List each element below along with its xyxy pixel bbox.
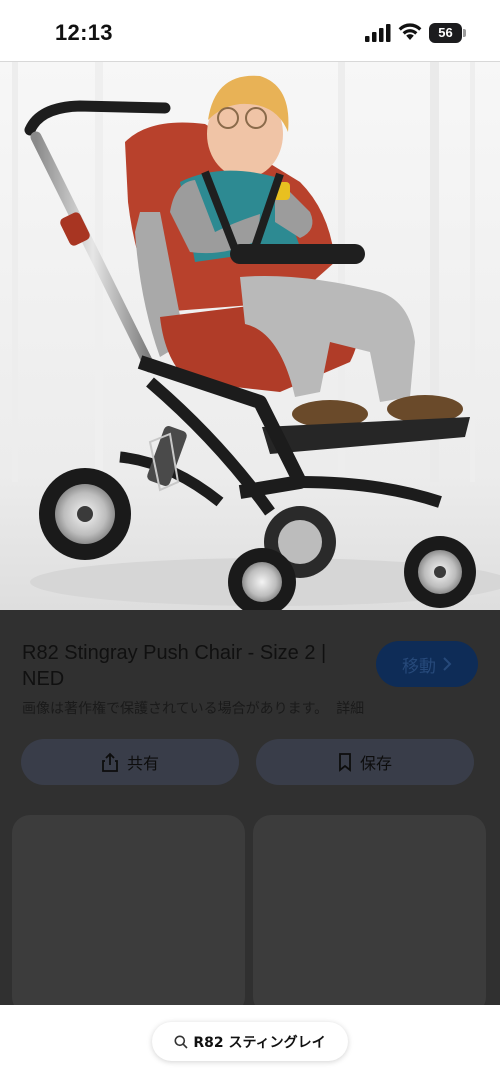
related-image-card[interactable] [253, 815, 486, 1015]
search-icon [174, 1035, 188, 1049]
copyright-notice: 画像は著作権で保護されている場合があります。 詳細 [22, 698, 364, 718]
chevron-right-icon [443, 657, 452, 671]
bottom-bar: R82 スティングレイ [0, 1005, 500, 1080]
save-button[interactable]: 保存 [256, 739, 474, 785]
share-icon [102, 752, 118, 772]
search-query-chip[interactable]: R82 スティングレイ [152, 1022, 348, 1061]
bookmark-icon [339, 752, 351, 772]
signal-icon [365, 24, 391, 42]
result-details-overlay: R82 Stingray Push Chair - Size 2 | NED 移… [0, 610, 500, 1015]
copyright-text: 画像は著作権で保護されている場合があります。 [22, 701, 329, 717]
related-image-card[interactable] [12, 815, 245, 1015]
result-title[interactable]: R82 Stingray Push Chair - Size 2 | NED [22, 640, 362, 692]
wifi-icon [398, 23, 422, 40]
share-button[interactable]: 共有 [21, 739, 239, 785]
status-time: 12:13 [55, 20, 113, 45]
detail-link[interactable]: 詳細 [336, 701, 364, 717]
battery-icon: 56 [429, 23, 466, 43]
stroller-photo [0, 62, 500, 610]
battery-level: 56 [438, 25, 453, 40]
battery-cap [463, 29, 466, 37]
status-bar: 12:13 56 [0, 0, 500, 62]
save-label: 保存 [359, 754, 392, 773]
share-label: 共有 [126, 754, 159, 773]
visit-label: 移動 [402, 656, 436, 677]
visit-button[interactable]: 移動 [376, 641, 478, 687]
search-query: R82 スティングレイ [193, 1034, 326, 1051]
result-image[interactable] [0, 62, 500, 610]
